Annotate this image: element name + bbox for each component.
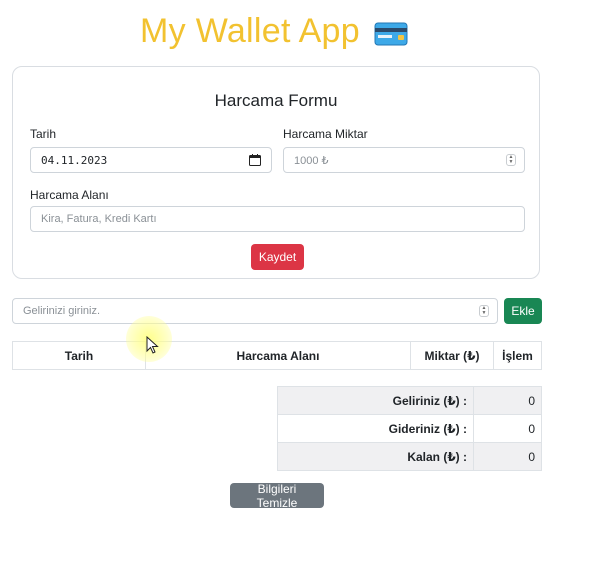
income-total-label: Geliriniz (₺) : xyxy=(277,386,474,415)
header-date: Tarih xyxy=(12,341,146,370)
mouse-pointer-icon xyxy=(146,336,159,354)
income-placeholder: Gelirinizi giriniz. xyxy=(23,305,101,317)
clear-data-button[interactable]: Bilgileri Temizle xyxy=(230,482,324,510)
form-title: Harcama Formu xyxy=(214,91,338,110)
header-action: İşlem xyxy=(493,341,542,370)
area-placeholder: Kira, Fatura, Kredi Kartı xyxy=(41,213,157,225)
summary-table: Geliriniz (₺) : 0 Gideriniz (₺) : 0 Kala… xyxy=(277,386,542,471)
expense-total-label: Gideriniz (₺) : xyxy=(277,414,474,443)
table-header-row: Tarih Harcama Alanı Miktar (₺) İşlem xyxy=(12,341,542,370)
add-income-button[interactable]: Ekle xyxy=(504,298,542,324)
expense-form-card: Harcama Formu Tarih 04.11.2023 Harcama M… xyxy=(12,66,540,279)
date-value: 04.11.2023 xyxy=(41,153,108,167)
credit-card-icon xyxy=(374,22,408,45)
area-input[interactable]: Kira, Fatura, Kredi Kartı xyxy=(30,206,525,232)
summary-row: Kalan (₺) : 0 xyxy=(277,442,542,471)
summary-row: Gideriniz (₺) : 0 xyxy=(277,414,542,443)
expense-total-value: 0 xyxy=(473,414,542,443)
date-input[interactable]: 04.11.2023 xyxy=(30,147,272,173)
area-label: Harcama Alanı xyxy=(30,188,109,202)
remaining-value: 0 xyxy=(473,442,542,471)
date-label: Tarih xyxy=(30,127,57,141)
header-area: Harcama Alanı xyxy=(145,341,411,370)
calendar-icon[interactable] xyxy=(249,154,261,166)
income-spinner[interactable]: ▲ ▼ xyxy=(479,305,489,317)
income-total-value: 0 xyxy=(473,386,542,415)
amount-placeholder: 1000 ₺ xyxy=(294,154,329,167)
app-title: My Wallet App xyxy=(0,12,548,51)
amount-input[interactable]: 1000 ₺ ▲ ▼ xyxy=(283,147,525,173)
save-button[interactable]: Kaydet xyxy=(251,244,304,270)
expense-table: Tarih Harcama Alanı Miktar (₺) İşlem xyxy=(12,341,542,370)
app-title-text: My Wallet App xyxy=(140,12,360,50)
remaining-label: Kalan (₺) : xyxy=(277,442,474,471)
header-amount: Miktar (₺) xyxy=(410,341,494,370)
income-input[interactable]: Gelirinizi giriniz. ▲ ▼ xyxy=(12,298,498,324)
amount-spinner[interactable]: ▲ ▼ xyxy=(506,154,516,166)
summary-row: Geliriniz (₺) : 0 xyxy=(277,386,542,415)
amount-label: Harcama Miktar xyxy=(283,127,368,141)
